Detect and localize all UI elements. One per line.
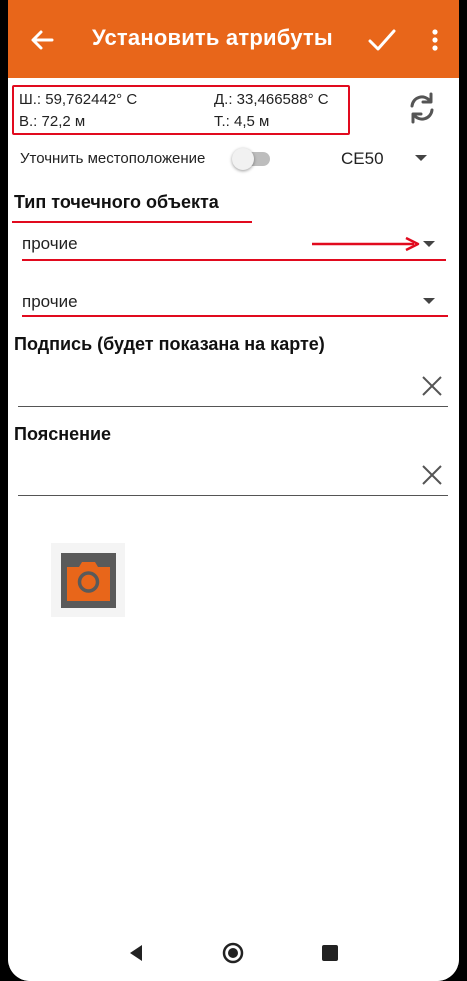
- nav-recents-icon[interactable]: [322, 945, 338, 961]
- page-title: Установить атрибуты: [92, 25, 333, 50]
- refine-location-label: Уточнить местоположение: [20, 150, 206, 167]
- note-underline: [18, 495, 448, 496]
- clear-note-icon[interactable]: [420, 463, 444, 487]
- accuracy-text: Т.: 4,5 м: [214, 113, 270, 130]
- altitude-text: В.: 72,2 м: [19, 113, 86, 130]
- ce-dropdown-arrow-icon[interactable]: [415, 155, 427, 161]
- screen: Установить атрибуты Ш.: 59,762442° С Д.:…: [8, 0, 459, 981]
- title-annotation-underline: [12, 221, 252, 223]
- latitude-text: Ш.: 59,762442° С: [19, 91, 138, 108]
- select-1-annotation-underline: [22, 259, 446, 261]
- nav-home-icon[interactable]: [222, 942, 244, 964]
- point-type-title: Тип точечного объекта: [14, 192, 219, 212]
- caption-underline: [18, 406, 448, 407]
- refine-location-toggle[interactable]: [232, 148, 272, 170]
- add-photo-button[interactable]: [51, 543, 125, 617]
- camera-icon: [61, 553, 116, 608]
- select-2-dropdown-arrow-icon[interactable]: [423, 298, 435, 304]
- point-type-select-2[interactable]: прочие: [22, 292, 78, 312]
- coordinates-box: Ш.: 59,762442° С Д.: 33,466588° С В.: 72…: [12, 85, 350, 135]
- caption-input[interactable]: [18, 366, 418, 406]
- check-icon[interactable]: [364, 22, 400, 58]
- annotation-arrow-icon: [312, 236, 420, 252]
- toggle-thumb: [232, 148, 254, 170]
- ce-select-value[interactable]: CE50: [341, 149, 384, 169]
- note-label: Пояснение: [14, 424, 112, 444]
- select-2-annotation-underline: [22, 315, 448, 317]
- refresh-icon[interactable]: [404, 90, 440, 126]
- back-arrow-icon[interactable]: [26, 24, 58, 56]
- nav-back-icon[interactable]: [126, 943, 146, 963]
- point-type-select-1[interactable]: прочие: [22, 234, 78, 254]
- more-vert-icon[interactable]: [422, 24, 448, 56]
- select-1-dropdown-arrow-icon[interactable]: [423, 241, 435, 247]
- app-bar: Установить атрибуты: [8, 0, 459, 78]
- longitude-text: Д.: 33,466588° С: [214, 91, 329, 108]
- note-input[interactable]: [18, 456, 418, 494]
- clear-caption-icon[interactable]: [420, 374, 444, 398]
- caption-label: Подпись (будет показана на карте): [14, 334, 325, 354]
